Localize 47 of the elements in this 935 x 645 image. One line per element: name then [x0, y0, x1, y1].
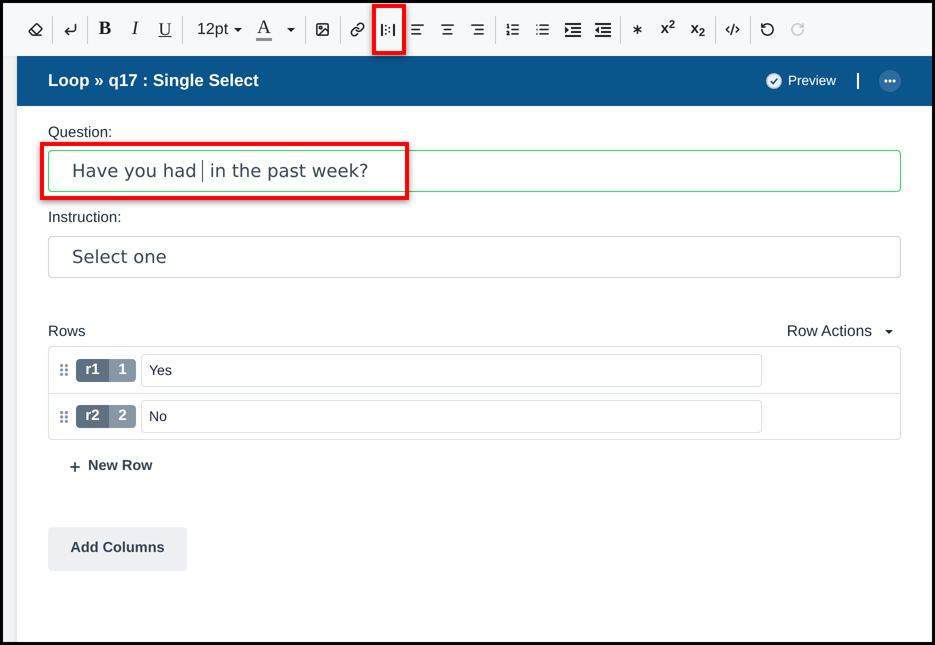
question-field[interactable]: Have you had in the past week?: [48, 150, 901, 192]
add-columns-button[interactable]: Add Columns: [48, 527, 187, 571]
subscript-button[interactable]: x$_{2}$: [682, 14, 713, 44]
eraser-icon: [28, 22, 42, 37]
row-text-field[interactable]: No: [141, 400, 762, 433]
preview-button[interactable]: Preview: [766, 70, 836, 92]
panel-title: Loop » q17 : Single Select: [48, 70, 259, 92]
align-right-icon: [470, 22, 486, 37]
italic-button[interactable]: I: [120, 14, 150, 44]
undo-icon: [760, 22, 776, 37]
indent-icon: [564, 22, 581, 36]
caret-icon: [234, 28, 242, 32]
new-row-button[interactable]: New Row: [68, 453, 152, 481]
outdent-icon: [594, 22, 611, 36]
text-color-dropdown[interactable]: A: [247, 14, 303, 44]
drag-handle-icon: [60, 364, 68, 376]
font-size-dropdown[interactable]: 12pt: [185, 14, 248, 44]
underline-button[interactable]: U: [150, 14, 180, 44]
code-icon: [725, 22, 740, 37]
section-label: Rows: [48, 323, 86, 341]
superscript-button[interactable]: x$^{2}$: [652, 14, 683, 44]
row-code-badge: r2: [76, 405, 109, 428]
field-label: Question:: [48, 124, 112, 142]
row-code-badge: r1: [76, 358, 109, 382]
more-button[interactable]: [879, 70, 901, 92]
align-left-icon: [410, 22, 426, 37]
row-actions-dropdown[interactable]: Row Actions: [786, 323, 901, 341]
align-center-icon: [440, 22, 456, 37]
bold-button[interactable]: B: [90, 14, 120, 44]
row-text-field[interactable]: Yes: [141, 354, 762, 386]
drag-handle-icon: [60, 410, 68, 422]
numbered-list-icon: [505, 22, 520, 37]
redo-icon: [790, 22, 806, 37]
instruction-field[interactable]: Select one: [48, 236, 901, 278]
link-icon: [350, 22, 366, 37]
image-icon: [315, 22, 330, 37]
row-number-badge: 1: [109, 358, 136, 382]
field-label: Instruction:: [48, 209, 122, 227]
bullet-list-icon: [535, 22, 550, 37]
bars-dots-icon: [380, 22, 395, 36]
plus-icon: [68, 460, 82, 474]
row-number-badge: 2: [109, 405, 136, 428]
caret-icon: [885, 330, 893, 334]
caret-icon: [286, 28, 295, 32]
text-cursor-icon: [202, 160, 203, 182]
return-arrow-icon: [62, 22, 78, 37]
check-circle-icon: [766, 73, 782, 89]
